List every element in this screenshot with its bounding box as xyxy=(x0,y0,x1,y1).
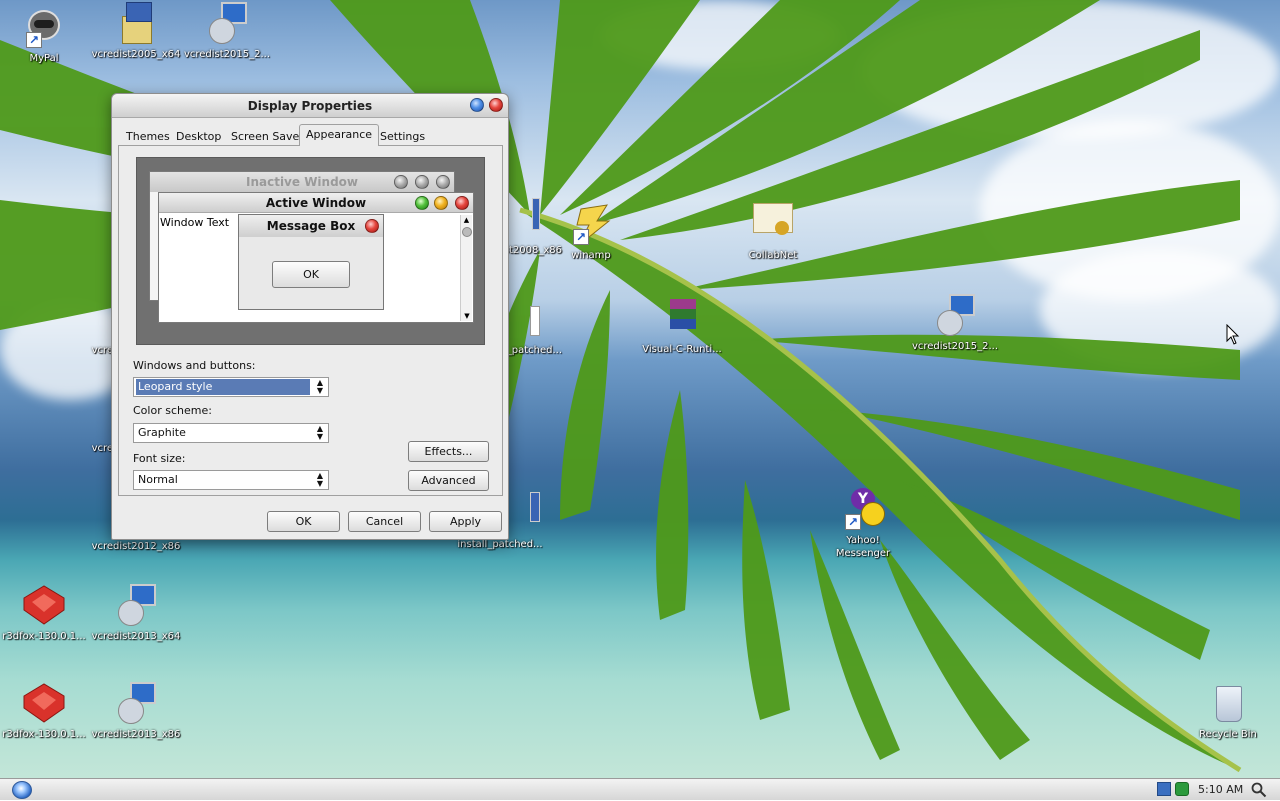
effects-button[interactable]: Effects... xyxy=(408,441,489,462)
display-properties-dialog: Display Properties Themes Desktop Screen… xyxy=(111,93,509,540)
cancel-button[interactable]: Cancel xyxy=(348,511,421,532)
dialog-title: Display Properties xyxy=(247,99,373,113)
tab-themes[interactable]: Themes xyxy=(120,127,176,146)
help-button[interactable] xyxy=(470,98,484,112)
advanced-button[interactable]: Advanced xyxy=(408,470,489,491)
close-button[interactable] xyxy=(489,98,503,112)
tab-desktop[interactable]: Desktop xyxy=(170,127,227,146)
preview-scrollbar: ▲ ▼ xyxy=(460,215,472,321)
desktop-icon-vcredist2005-x64[interactable]: vcredist2005_x64 xyxy=(88,2,184,61)
desktop-icon-mypal[interactable]: ↗ MyPal xyxy=(0,6,92,65)
inactive-maximize-icon xyxy=(415,175,429,189)
tray-network-icon[interactable] xyxy=(1157,782,1171,796)
search-icon[interactable] xyxy=(1251,782,1267,798)
window-text: Window Text xyxy=(160,216,230,229)
recycle-bin-icon xyxy=(1204,682,1252,726)
font-size-select[interactable]: Normal ▲ ▼ xyxy=(133,470,329,490)
color-scheme-value: Graphite xyxy=(138,426,186,439)
desktop-icon-r3dfox-b[interactable]: r3dfox-130.0.1... xyxy=(0,682,92,741)
tab-settings[interactable]: Settings xyxy=(374,127,431,146)
preview-message-box: Message Box OK xyxy=(238,214,384,310)
desktop-icon-vcredist2013-x64[interactable]: vcredist2013_x64 xyxy=(88,584,184,643)
desktop-icon-vcredist2015-b[interactable]: vcredist2015_2... xyxy=(907,294,1003,353)
tab-screen-saver[interactable]: Screen Saver xyxy=(225,127,310,146)
desktop-icon-collabnet[interactable]: CollabNet xyxy=(725,203,821,262)
installer-cd-icon xyxy=(203,2,251,46)
winamp-bolt-icon: ↗ xyxy=(567,203,615,247)
inactive-minimize-icon xyxy=(394,175,408,189)
tab-appearance[interactable]: Appearance xyxy=(299,124,380,146)
desktop-icon-visual-c-runtime[interactable]: Visual-C-Runti... xyxy=(634,297,730,356)
preview-active-window: Active Window Window Text ▲ ▼ Message Bo… xyxy=(158,192,474,323)
taskbar-clock[interactable]: 5:10 AM xyxy=(1198,779,1243,801)
scroll-thumb xyxy=(461,227,472,237)
winrar-archive-icon xyxy=(658,297,706,341)
raccoon-icon: ↗ xyxy=(20,6,68,50)
preview-ok-button: OK xyxy=(272,261,350,288)
windows-buttons-value: Leopard style xyxy=(136,379,310,395)
color-scheme-label: Color scheme: xyxy=(133,404,212,417)
message-box-close-icon xyxy=(365,219,379,233)
scroll-up-icon: ▲ xyxy=(463,216,470,224)
r3dfox-icon xyxy=(20,584,68,628)
installer-cd-icon xyxy=(112,682,160,726)
taskbar: 5:10 AM xyxy=(0,778,1280,800)
dialog-titlebar[interactable]: Display Properties xyxy=(112,94,508,118)
appearance-preview: Inactive Window Active Window Window Tex… xyxy=(136,157,485,345)
desktop-icon-vcredist2013-x86[interactable]: vcredist2013_x86 xyxy=(88,682,184,741)
desktop-icon-winamp[interactable]: ↗ winamp xyxy=(543,203,639,262)
certificate-icon xyxy=(749,203,797,247)
active-minimize-icon xyxy=(434,196,448,210)
active-maximize-icon xyxy=(415,196,429,210)
windows-buttons-label: Windows and buttons: xyxy=(133,359,256,372)
inactive-window-title: Inactive Window xyxy=(245,175,359,189)
inactive-close-icon xyxy=(436,175,450,189)
tray-security-icon[interactable] xyxy=(1175,782,1189,796)
windows-buttons-select[interactable]: Leopard style ▲ ▼ xyxy=(133,377,329,397)
message-box-title: Message Box xyxy=(266,219,356,233)
yahoo-smiley-icon: Y ↗ xyxy=(839,488,887,532)
apply-button[interactable]: Apply xyxy=(429,511,502,532)
desktop-icon-yahoo-messenger[interactable]: Y ↗ Yahoo! Messenger xyxy=(815,488,911,560)
installer-box-icon xyxy=(112,2,160,46)
color-scheme-select[interactable]: Graphite ▲ ▼ xyxy=(133,423,329,443)
desktop-icon-recycle-bin[interactable]: Recycle Bin xyxy=(1180,682,1276,741)
desktop-icon-r3dfox-a[interactable]: r3dfox-130.0.1... xyxy=(0,584,92,643)
updown-arrow-icon: ▲ ▼ xyxy=(316,471,324,488)
installer-cd-icon xyxy=(112,584,160,628)
active-close-icon xyxy=(455,196,469,210)
desktop-icon-vcredist2015-a[interactable]: vcredist2015_2... xyxy=(179,2,275,61)
ok-button[interactable]: OK xyxy=(267,511,340,532)
installer-cd-icon xyxy=(931,294,979,338)
updown-arrow-icon: ▲ ▼ xyxy=(316,424,324,441)
start-button[interactable] xyxy=(12,781,32,799)
font-size-value: Normal xyxy=(138,473,178,486)
updown-arrow-icon: ▲ ▼ xyxy=(316,378,324,395)
mouse-cursor-icon xyxy=(1226,324,1240,345)
r3dfox-icon xyxy=(20,682,68,726)
appearance-panel: Inactive Window Active Window Window Tex… xyxy=(118,145,503,496)
active-window-title: Active Window xyxy=(265,196,367,210)
scroll-down-icon: ▼ xyxy=(464,312,470,320)
font-size-label: Font size: xyxy=(133,452,186,465)
